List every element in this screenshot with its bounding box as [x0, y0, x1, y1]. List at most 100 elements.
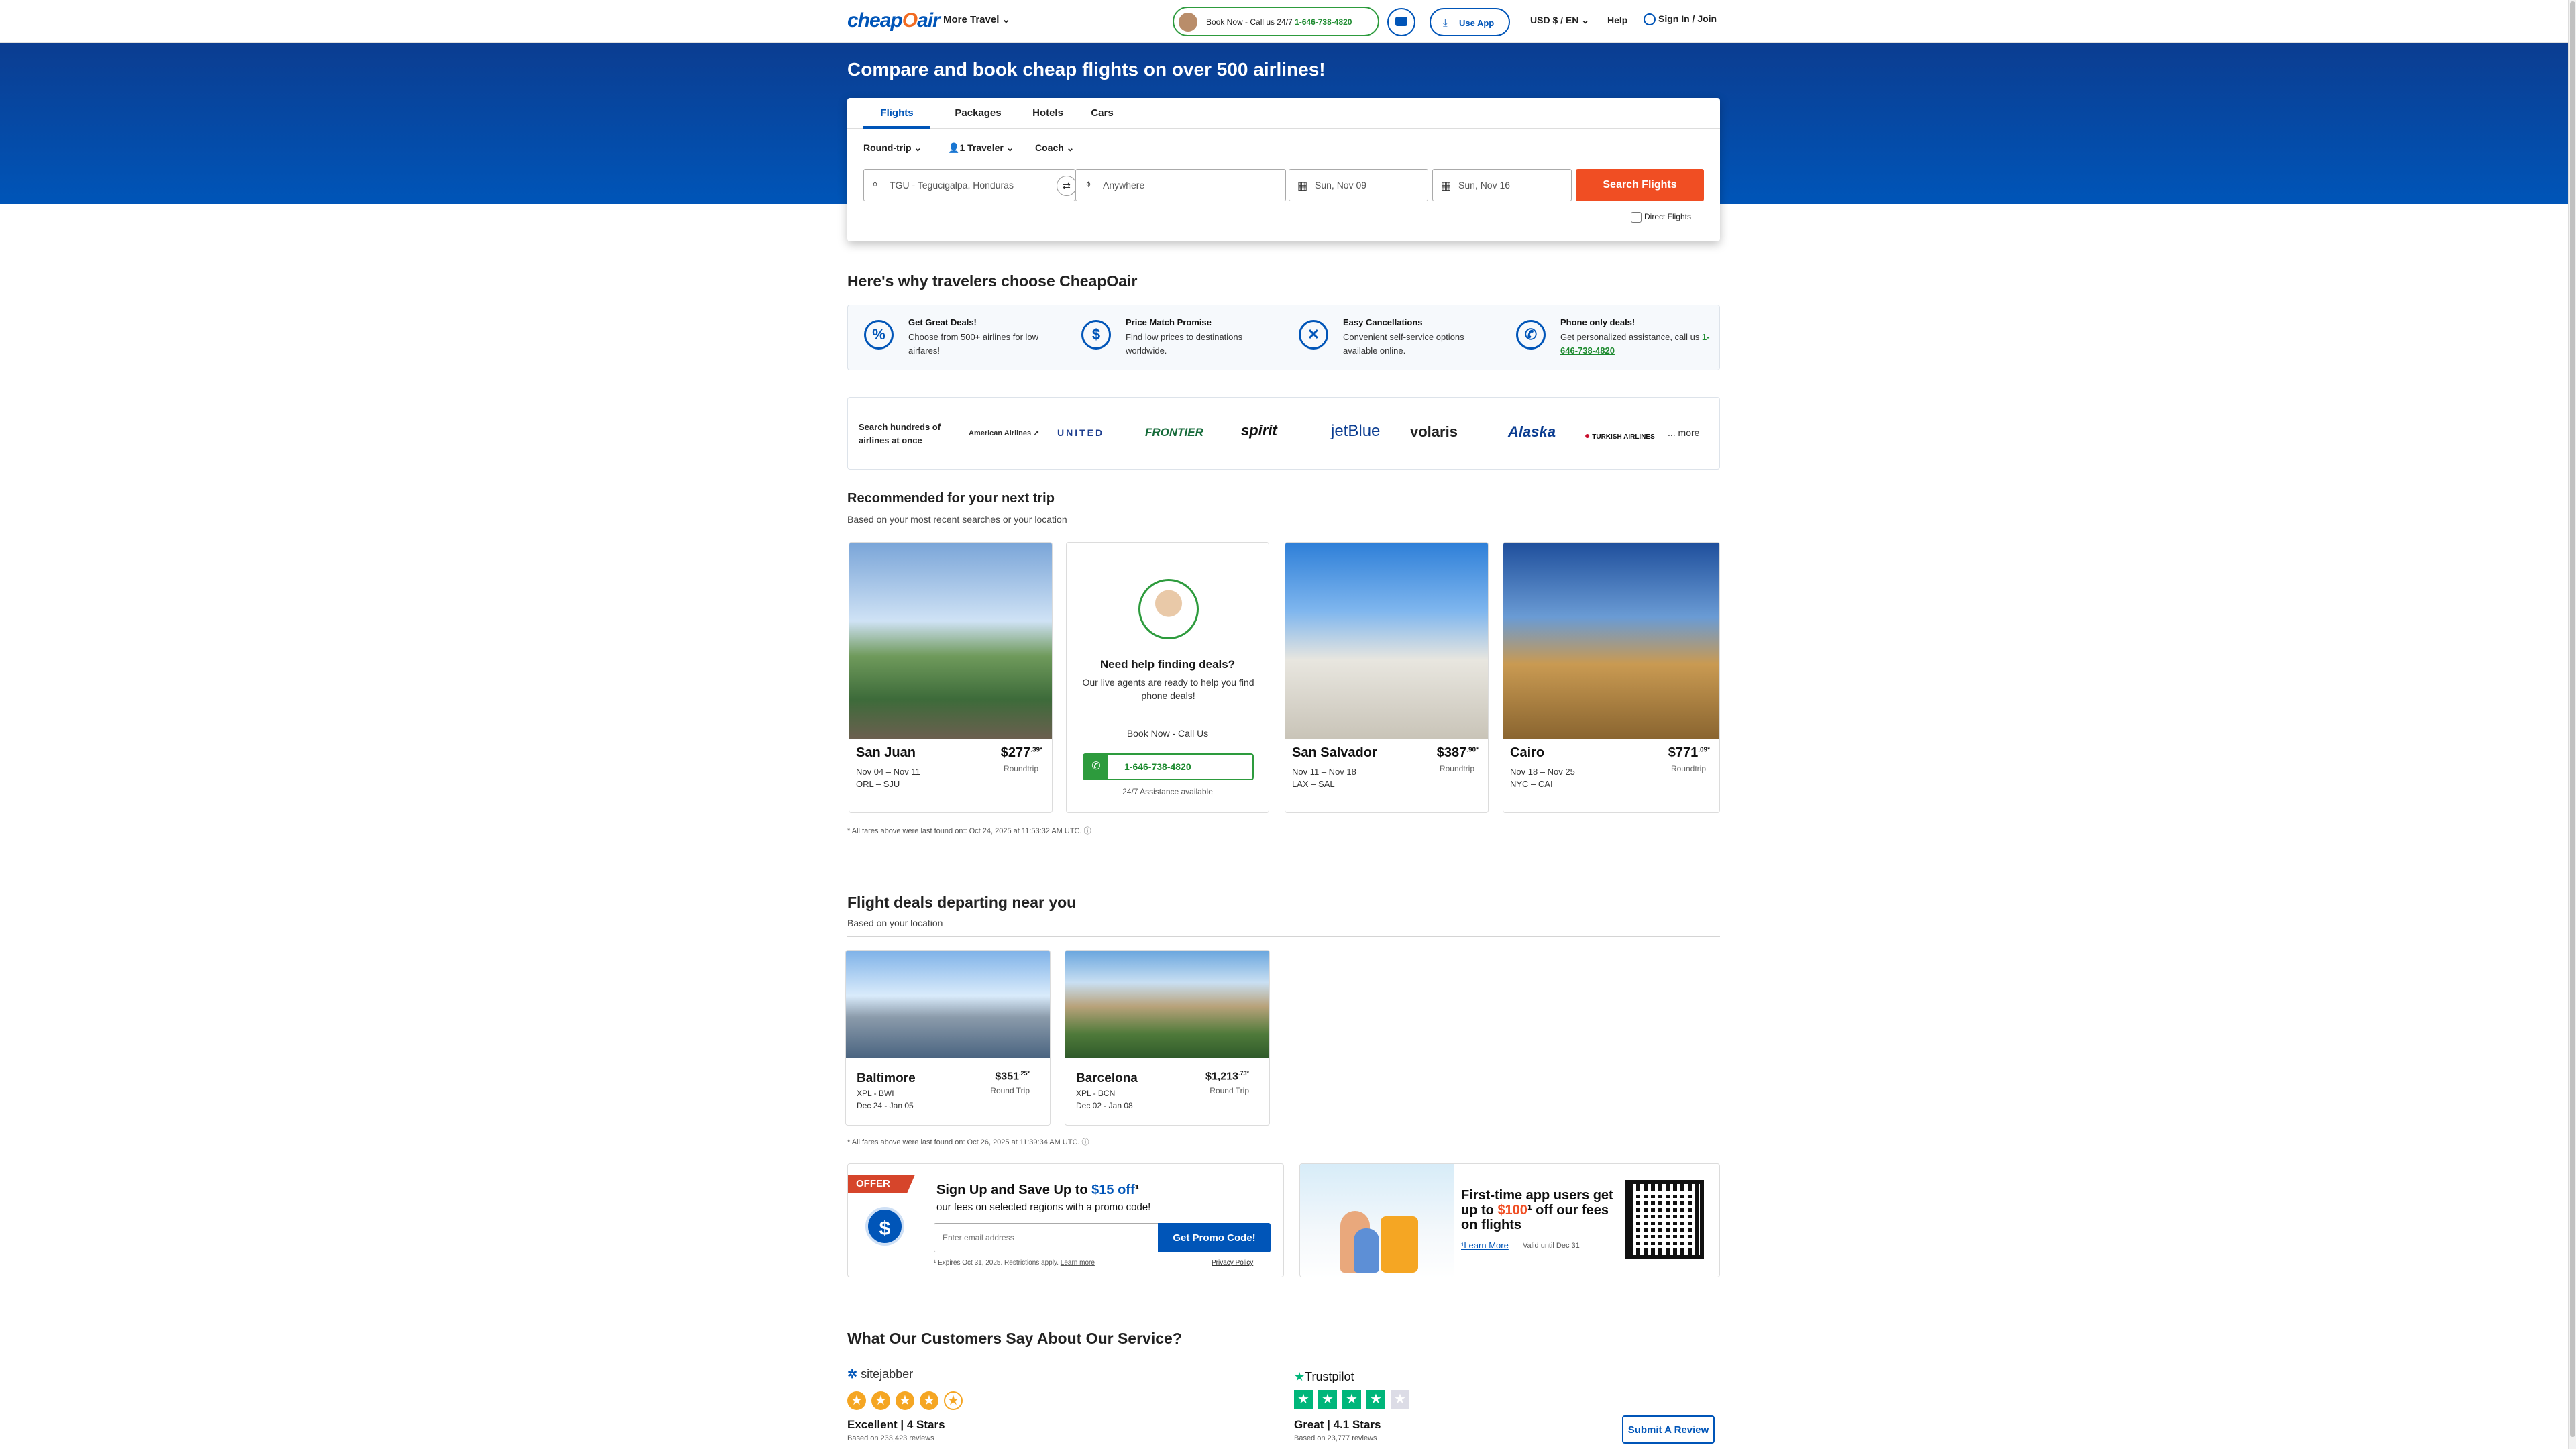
- call-phone-button[interactable]: ✆ 1-646-738-4820: [1083, 753, 1254, 780]
- agent-avatar: [1138, 579, 1199, 639]
- search-flights-button[interactable]: Search Flights: [1576, 169, 1704, 201]
- location-pin-icon: ⌖: [872, 179, 879, 191]
- sitejabber-icon: ✲: [847, 1367, 858, 1381]
- trustpilot-review-count: Based on 23,777 reviews: [1294, 1434, 1377, 1442]
- flight-search-panel: Flights Packages Hotels Cars Round-trip …: [847, 98, 1720, 241]
- user-icon: [1644, 13, 1656, 26]
- destination-value: Anywhere: [1103, 180, 1145, 191]
- deals-fares-note: * All fares above were last found on: Oc…: [847, 1138, 1089, 1146]
- destination-input[interactable]: ⌖ Anywhere: [1075, 169, 1286, 201]
- swap-airports-button[interactable]: ⇄: [1057, 176, 1077, 196]
- card-city: San Salvador: [1292, 745, 1377, 760]
- tab-cars[interactable]: Cars: [1082, 98, 1122, 129]
- depart-date-input[interactable]: ▦ Sun, Nov 09: [1289, 169, 1428, 201]
- submit-review-button[interactable]: Submit A Review: [1622, 1415, 1715, 1444]
- destination-card-san-salvador[interactable]: San Salvador $387.90* Roundtrip Nov 11 –…: [1285, 542, 1489, 813]
- airline-logo-spirit[interactable]: spirit: [1241, 422, 1277, 439]
- airline-logo-turkish[interactable]: ● TURKISH AIRLINES: [1585, 430, 1655, 441]
- deal-price: $1,213.73*: [1205, 1070, 1249, 1083]
- airline-logo-american[interactable]: American Airlines ↗: [969, 429, 1039, 437]
- dollar-circle-icon: $: [1081, 320, 1111, 350]
- return-date-value: Sun, Nov 16: [1458, 180, 1511, 191]
- phone-icon: ✆: [1084, 755, 1108, 779]
- star-icon: ★: [896, 1391, 914, 1410]
- deals-subtitle: Based on your location: [847, 918, 943, 928]
- airline-logo-united[interactable]: UNITED: [1057, 427, 1104, 438]
- benefit-desc: Get personalized assistance, call us 1-6…: [1560, 332, 1710, 356]
- help-link[interactable]: Help: [1607, 15, 1627, 25]
- top-navbar: cheapOair More Travel ⌄ Book Now - Call …: [0, 0, 2568, 43]
- travelers-select[interactable]: 👤1 Traveler ⌄: [948, 142, 1014, 154]
- scrollbar-thumb[interactable]: [2570, 1, 2575, 1437]
- offer-expiry: ¹ Expires Oct 31, 2025. Restrictions app…: [934, 1259, 1095, 1267]
- card-trip-type: Roundtrip: [1003, 764, 1038, 773]
- card-dates: Nov 04 – Nov 11: [856, 767, 920, 777]
- card-dates: Nov 11 – Nov 18: [1292, 767, 1356, 777]
- destination-card-cairo[interactable]: Cairo $771.09* Roundtrip Nov 18 – Nov 25…: [1503, 542, 1720, 813]
- return-date-input[interactable]: ▦ Sun, Nov 16: [1432, 169, 1572, 201]
- cabin-select[interactable]: Coach ⌄: [1035, 142, 1074, 154]
- star-icon: ★: [847, 1391, 866, 1410]
- tab-hotels[interactable]: Hotels: [1024, 98, 1071, 129]
- benefit-desc: Choose from 500+ airlines for low airfar…: [908, 332, 1039, 356]
- deal-trip-type: Round Trip: [990, 1086, 1030, 1095]
- app-learn-more-link[interactable]: ¹Learn More: [1461, 1240, 1509, 1250]
- deal-route: XPL - BWI: [857, 1089, 894, 1098]
- tab-flights[interactable]: Flights: [863, 98, 930, 129]
- why-section-title: Here's why travelers choose CheapOair: [847, 272, 1138, 290]
- benefit-title: Easy Cancellations: [1343, 317, 1423, 327]
- destination-card-san-juan[interactable]: San Juan $277.39* Roundtrip Nov 04 – Nov…: [849, 542, 1053, 813]
- deal-card-barcelona[interactable]: Barcelona XPL - BCN Dec 02 - Jan 08 $1,2…: [1065, 950, 1270, 1126]
- phone-help-card: Need help finding deals? Our live agents…: [1066, 542, 1269, 813]
- trip-type-select[interactable]: Round-trip ⌄: [863, 142, 922, 154]
- deal-trip-type: Round Trip: [1210, 1086, 1249, 1095]
- offer-learn-more-link[interactable]: Learn more: [1061, 1259, 1095, 1267]
- tab-packages[interactable]: Packages: [941, 98, 1015, 129]
- airline-logo-volaris[interactable]: volaris: [1410, 423, 1458, 441]
- benefit-desc: Find low prices to destinations worldwid…: [1126, 332, 1243, 356]
- benefit-price-match: $ Price Match Promise Find low prices to…: [1081, 317, 1283, 364]
- depart-date-value: Sun, Nov 09: [1315, 180, 1367, 191]
- benefit-title: Get Great Deals!: [908, 317, 977, 327]
- deal-city: Baltimore: [857, 1071, 916, 1085]
- cheapoair-logo[interactable]: cheapOair: [847, 9, 941, 32]
- airlines-strip: Search hundreds of airlines at once Amer…: [847, 397, 1720, 470]
- benefit-title: Phone only deals!: [1560, 317, 1635, 327]
- more-airlines-link[interactable]: ... more: [1668, 427, 1699, 438]
- airline-logo-alaska[interactable]: Alaska: [1508, 423, 1556, 441]
- deal-card-baltimore[interactable]: Baltimore XPL - BWI Dec 24 - Jan 05 $351…: [845, 950, 1051, 1126]
- use-app-button[interactable]: ⤓ Use App: [1430, 8, 1510, 36]
- star-icon: ★: [1318, 1390, 1337, 1409]
- recommended-subtitle: Based on your most recent searches or yo…: [847, 514, 1067, 525]
- email-input[interactable]: [934, 1223, 1159, 1252]
- trustpilot-star-icon: ★: [1294, 1370, 1305, 1383]
- airline-logo-jetblue[interactable]: jetBlue: [1331, 422, 1380, 441]
- origin-input[interactable]: ⌖ TGU - Tegucigalpa, Honduras: [863, 169, 1075, 201]
- direct-flights-checkbox[interactable]: Direct Flights: [1631, 212, 1691, 223]
- why-benefits-box: % Get Great Deals! Choose from 500+ airl…: [847, 305, 1720, 370]
- sitejabber-logo[interactable]: ✲ sitejabber: [847, 1367, 913, 1381]
- fares-last-found-note: * All fares above were last found on:: O…: [847, 827, 1091, 835]
- get-promo-code-button[interactable]: Get Promo Code!: [1158, 1223, 1271, 1252]
- book-now-call-button[interactable]: Book Now - Call us 24/7 1-646-738-4820: [1173, 7, 1379, 36]
- deal-city: Barcelona: [1076, 1071, 1138, 1085]
- deal-route: XPL - BCN: [1076, 1089, 1116, 1098]
- offer-desc: our fees on selected regions with a prom…: [936, 1201, 1151, 1213]
- benefit-desc: Convenient self-service options availabl…: [1343, 332, 1464, 356]
- star-icon: ★: [1294, 1390, 1313, 1409]
- recommended-title: Recommended for your next trip: [847, 491, 1055, 506]
- qr-code-icon: [1625, 1180, 1704, 1259]
- page-scrollbar[interactable]: [2568, 0, 2576, 1449]
- chat-button[interactable]: [1387, 8, 1415, 36]
- more-travel-menu[interactable]: More Travel ⌄: [943, 13, 1010, 25]
- trustpilot-stars: ★ ★ ★ ★ ★: [1294, 1390, 1415, 1409]
- card-dates: Nov 18 – Nov 25: [1510, 767, 1575, 777]
- location-pin-icon: ⌖: [1085, 179, 1092, 191]
- sign-in-button[interactable]: Sign In / Join: [1644, 13, 1717, 26]
- app-valid-until: Valid until Dec 31: [1523, 1242, 1580, 1250]
- airline-logo-frontier[interactable]: FRONTIER: [1145, 426, 1203, 439]
- trustpilot-logo[interactable]: ★Trustpilot: [1294, 1370, 1354, 1384]
- privacy-policy-link[interactable]: Privacy Policy: [1212, 1259, 1253, 1267]
- currency-language-selector[interactable]: USD $ / EN ⌄: [1530, 15, 1589, 26]
- star-outline-icon: ★: [944, 1391, 963, 1410]
